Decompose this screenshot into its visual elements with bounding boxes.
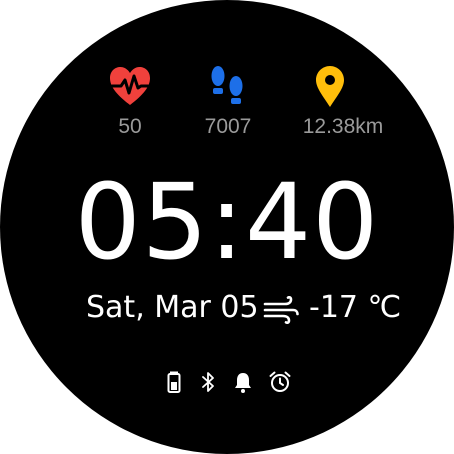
footsteps-icon xyxy=(211,66,243,104)
location-pin-icon xyxy=(316,66,344,107)
wind-icon xyxy=(263,296,299,324)
alarm-clock-icon xyxy=(269,371,291,392)
time-display: 05:40 xyxy=(74,161,380,283)
steps-value: 7007 xyxy=(204,115,252,138)
date-display: Sat, Mar 05 xyxy=(86,290,259,325)
temperature-display: -17 ℃ xyxy=(309,290,402,325)
bell-icon xyxy=(235,373,251,393)
watch-face: 50 7007 12.38km 05:40 Sat, Mar 05 -17 ℃ xyxy=(0,0,454,454)
heart-rate-icon xyxy=(110,67,150,105)
distance-value: 12.38km xyxy=(302,115,384,138)
heart-rate-value: 50 xyxy=(118,115,142,138)
battery-icon xyxy=(167,371,181,393)
bluetooth-icon xyxy=(202,372,214,392)
